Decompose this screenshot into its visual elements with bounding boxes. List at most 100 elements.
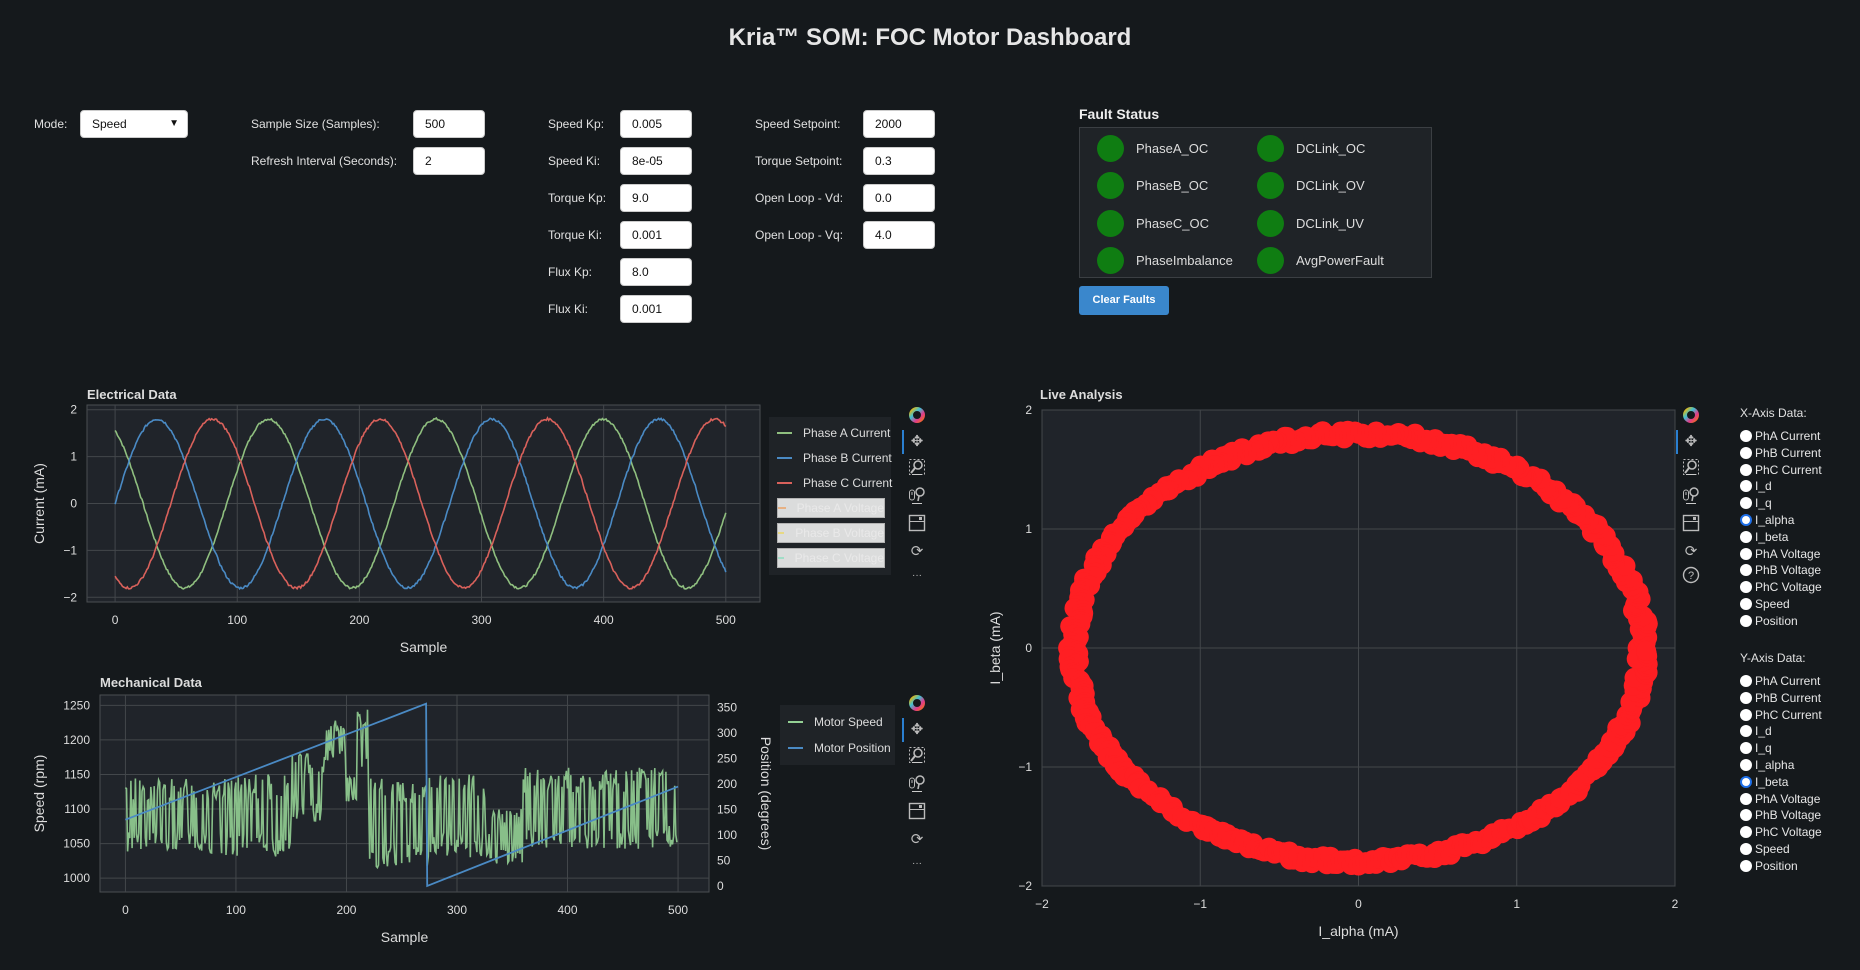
- radio-button[interactable]: [1740, 759, 1752, 771]
- y-tick-label: 1: [1025, 522, 1032, 536]
- pan-icon[interactable]: ✥: [902, 430, 930, 454]
- speed-setpoint-input[interactable]: 2000: [863, 110, 935, 138]
- legend-item-phase-b-current[interactable]: Phase B Current: [777, 448, 892, 468]
- torque-setpoint-input[interactable]: 0.3: [863, 147, 935, 175]
- radio-button[interactable]: [1740, 564, 1752, 577]
- refresh-interval-input[interactable]: 2: [413, 147, 485, 175]
- x-axis-radio-position[interactable]: Position: [1740, 613, 1798, 629]
- radio-button[interactable]: [1740, 463, 1752, 476]
- clear-faults-button[interactable]: Clear Faults: [1079, 286, 1169, 315]
- legend-item-motor-position[interactable]: Motor Position: [788, 738, 891, 758]
- radio-button[interactable]: [1740, 480, 1752, 493]
- radio-button[interactable]: [1740, 581, 1752, 594]
- radio-button[interactable]: [1740, 446, 1752, 459]
- wheel-zoom-icon[interactable]: [904, 771, 930, 793]
- radio-button[interactable]: [1740, 725, 1752, 738]
- reset-icon[interactable]: ⟳: [904, 828, 930, 850]
- live-analysis-chart[interactable]: −2 −1 0 1 2 −2 −1 0 1 2 I_alpha (mA) I_beta (mA): [980, 400, 1700, 945]
- radio-button[interactable]: [1740, 497, 1752, 510]
- open-loop-vq-input[interactable]: 4.0: [863, 221, 935, 249]
- wheel-zoom-icon[interactable]: [904, 483, 930, 505]
- x-axis-radio-pha-voltage[interactable]: PhA Voltage: [1740, 546, 1820, 562]
- speed-ki-input[interactable]: 8e-05: [620, 147, 692, 175]
- radio-button[interactable]: [1740, 826, 1752, 839]
- legend-item-phase-a-current[interactable]: Phase A Current: [777, 423, 890, 443]
- save-icon[interactable]: [904, 512, 930, 534]
- x-axis-radio-pha-current[interactable]: PhA Current: [1740, 428, 1820, 444]
- x-axis-radio-phc-voltage[interactable]: PhC Voltage: [1740, 579, 1822, 595]
- toolbar-divider: [1686, 474, 1696, 475]
- y-axis-radio-phc-current[interactable]: PhC Current: [1740, 707, 1822, 723]
- legend-item-phase-b-voltage[interactable]: Phase B Voltage: [777, 523, 885, 543]
- radio-button[interactable]: [1740, 809, 1752, 822]
- x-axis-radio-i-d[interactable]: I_d: [1740, 478, 1772, 494]
- y-axis-radio-speed[interactable]: Speed: [1740, 841, 1790, 857]
- torque-kp-label: Torque Kp:: [548, 191, 607, 205]
- torque-ki-input[interactable]: 0.001: [620, 221, 692, 249]
- fault-name: DCLink_UV: [1296, 215, 1364, 231]
- x-axis-radio-i-q[interactable]: I_q: [1740, 495, 1772, 511]
- x-axis-radio-i-alpha[interactable]: I_alpha: [1740, 512, 1794, 528]
- flux-kp-input[interactable]: 8.0: [620, 258, 692, 286]
- x-tick-label: 500: [668, 903, 688, 917]
- x-axis-radio-phb-voltage[interactable]: PhB Voltage: [1740, 562, 1821, 578]
- radio-button[interactable]: [1740, 843, 1752, 855]
- fault-name: PhaseImbalance: [1136, 253, 1233, 268]
- legend-item-phase-c-current[interactable]: Phase C Current: [777, 473, 892, 493]
- save-icon[interactable]: [1678, 512, 1704, 534]
- legend-item-phase-c-voltage[interactable]: Phase C Voltage: [777, 548, 885, 568]
- radio-button[interactable]: [1740, 792, 1752, 805]
- x-axis-radio-i-beta[interactable]: I_beta: [1740, 529, 1788, 545]
- speed-kp-input[interactable]: 0.005: [620, 110, 692, 138]
- electrical-chart[interactable]: 0 100 200 300 400 500 −2 −1 0 1 2 Sample Current (mA…: [30, 400, 765, 660]
- radio-button[interactable]: [1740, 775, 1752, 788]
- y-axis-radio-i-d[interactable]: I_d: [1740, 723, 1772, 739]
- y-axis-radio-i-alpha[interactable]: I_alpha: [1740, 757, 1794, 773]
- x-axis-radio-phc-current[interactable]: PhC Current: [1740, 462, 1822, 478]
- radio-button[interactable]: [1740, 742, 1752, 755]
- x-axis-radio-speed[interactable]: Speed: [1740, 596, 1790, 612]
- reset-icon[interactable]: ⟳: [904, 540, 930, 562]
- radio-label: PhA Voltage: [1755, 546, 1821, 561]
- radio-button[interactable]: [1740, 859, 1752, 872]
- radio-button[interactable]: [1740, 430, 1752, 442]
- y-axis-radio-pha-voltage[interactable]: PhA Voltage: [1740, 791, 1820, 807]
- pan-icon[interactable]: ✥: [1676, 430, 1704, 454]
- radio-button[interactable]: [1740, 598, 1752, 610]
- torque-kp-input[interactable]: 9.0: [620, 184, 692, 212]
- open-loop-vd-input[interactable]: 0.0: [863, 184, 935, 212]
- y-axis-radio-position[interactable]: Position: [1740, 858, 1798, 874]
- legend-item-phase-a-voltage[interactable]: Phase A Voltage: [777, 498, 885, 518]
- radio-button[interactable]: [1740, 547, 1752, 560]
- legend-item-motor-speed[interactable]: Motor Speed: [788, 712, 883, 732]
- reset-icon[interactable]: ⟳: [1678, 540, 1704, 562]
- radio-button[interactable]: [1740, 708, 1752, 721]
- flux-ki-input[interactable]: 0.001: [620, 295, 692, 323]
- mode-label: Mode:: [34, 117, 68, 131]
- y-axis-radio-phb-voltage[interactable]: PhB Voltage: [1740, 807, 1821, 823]
- legend-label: Motor Speed: [814, 715, 883, 729]
- save-icon[interactable]: [904, 800, 930, 822]
- x-axis-radio-phb-current[interactable]: PhB Current: [1740, 445, 1821, 461]
- mode-select[interactable]: Speed ▼: [80, 110, 188, 138]
- y-axis-radio-i-q[interactable]: I_q: [1740, 740, 1772, 756]
- radio-button[interactable]: [1740, 691, 1752, 704]
- radio-button[interactable]: [1740, 514, 1752, 526]
- x-tick-label: 0: [122, 903, 129, 917]
- mechanical-chart[interactable]: 0 100 200 300 400 500100010501100115012001250…: [30, 688, 785, 950]
- y-axis-radio-i-beta[interactable]: I_beta: [1740, 774, 1788, 790]
- y-tick-label: −2: [1018, 879, 1032, 893]
- radio-button[interactable]: [1740, 675, 1752, 687]
- wheel-zoom-icon[interactable]: [1678, 483, 1704, 505]
- more-icon: ···: [912, 857, 922, 869]
- pan-icon[interactable]: ✥: [902, 718, 930, 742]
- radio-button[interactable]: [1740, 614, 1752, 627]
- mechanical-toolbar: ✥ ⟳ ···: [902, 692, 930, 872]
- sample-size-input[interactable]: 500: [413, 110, 485, 138]
- y-axis-radio-phc-voltage[interactable]: PhC Voltage: [1740, 824, 1822, 840]
- help-icon[interactable]: ?: [1678, 564, 1704, 586]
- status-led-icon: [1257, 209, 1284, 237]
- radio-button[interactable]: [1740, 530, 1752, 543]
- y-axis-radio-pha-current[interactable]: PhA Current: [1740, 673, 1820, 689]
- y-axis-radio-phb-current[interactable]: PhB Current: [1740, 690, 1821, 706]
